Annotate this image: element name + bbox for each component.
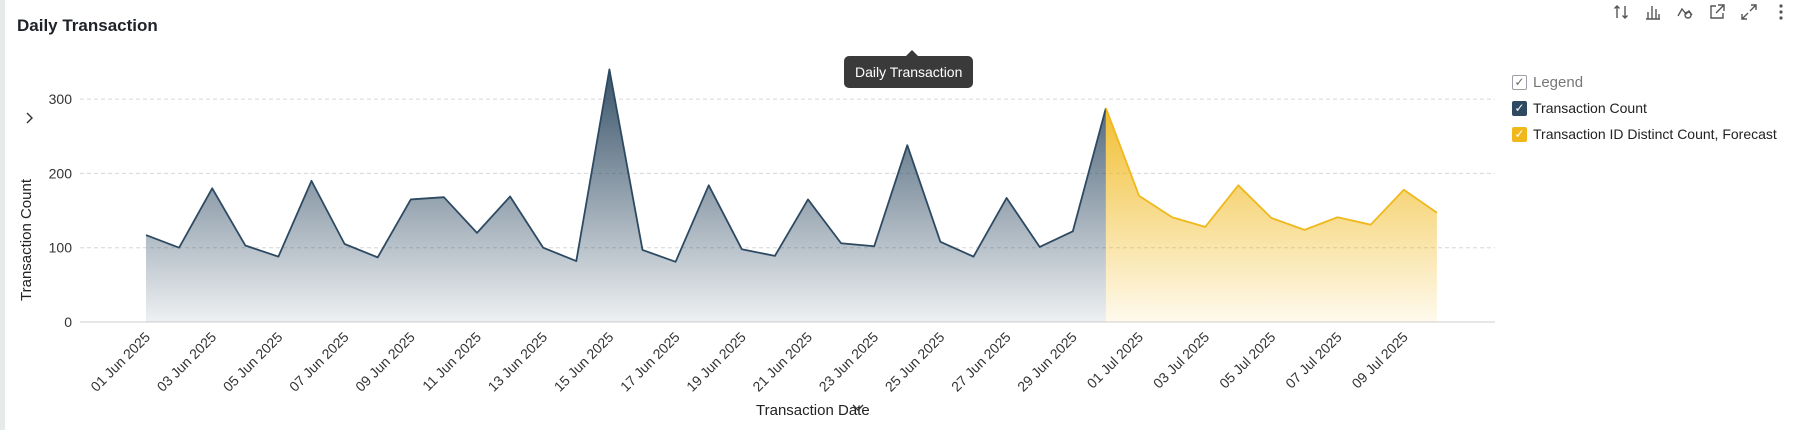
y-axis-dropdown-icon[interactable] <box>26 112 33 124</box>
x-tick-label: 21 Jun 2025 <box>749 329 815 395</box>
y-tick-label: 300 <box>49 91 73 107</box>
x-tick-label: 29 Jun 2025 <box>1014 329 1080 395</box>
x-tick-label: 03 Jun 2025 <box>154 329 220 395</box>
series-area-1 <box>1105 108 1437 322</box>
x-tick-label: 17 Jun 2025 <box>617 329 683 395</box>
x-tick-label: 01 Jul 2025 <box>1084 329 1147 392</box>
y-tick-label: 0 <box>64 314 72 330</box>
x-tick-label: 09 Jun 2025 <box>352 329 418 395</box>
x-tick-label: 11 Jun 2025 <box>419 329 484 394</box>
chart-plot: 0 100 200 300 01 Jun 2025 03 Jun 2025 05 Jun 2… <box>18 68 1495 419</box>
x-tick-label: 23 Jun 2025 <box>816 329 882 395</box>
x-tick-label: 05 Jun 2025 <box>220 329 286 395</box>
x-axis-title: Transaction Date <box>756 402 870 419</box>
x-tick-label: 09 Jul 2025 <box>1348 329 1411 392</box>
x-tick-label: 07 Jul 2025 <box>1282 329 1345 392</box>
y-axis-title: Transaction Count <box>18 178 35 301</box>
x-tick-label: 25 Jun 2025 <box>882 329 948 395</box>
x-tick-label: 01 Jun 2025 <box>87 329 153 395</box>
series-area-0 <box>146 69 1106 322</box>
x-tick-label: 03 Jul 2025 <box>1150 329 1213 392</box>
x-tick-label: 15 Jun 2025 <box>551 329 617 395</box>
x-tick-label: 19 Jun 2025 <box>683 329 749 395</box>
y-tick-label: 200 <box>49 165 73 181</box>
x-tick-label: 05 Jul 2025 <box>1216 329 1279 392</box>
x-tick-label: 27 Jun 2025 <box>948 329 1014 395</box>
area-layer <box>145 68 1438 322</box>
x-tick-label: 07 Jun 2025 <box>286 329 352 395</box>
x-tick-label: 13 Jun 2025 <box>485 329 551 395</box>
y-tick-label: 100 <box>49 240 73 256</box>
